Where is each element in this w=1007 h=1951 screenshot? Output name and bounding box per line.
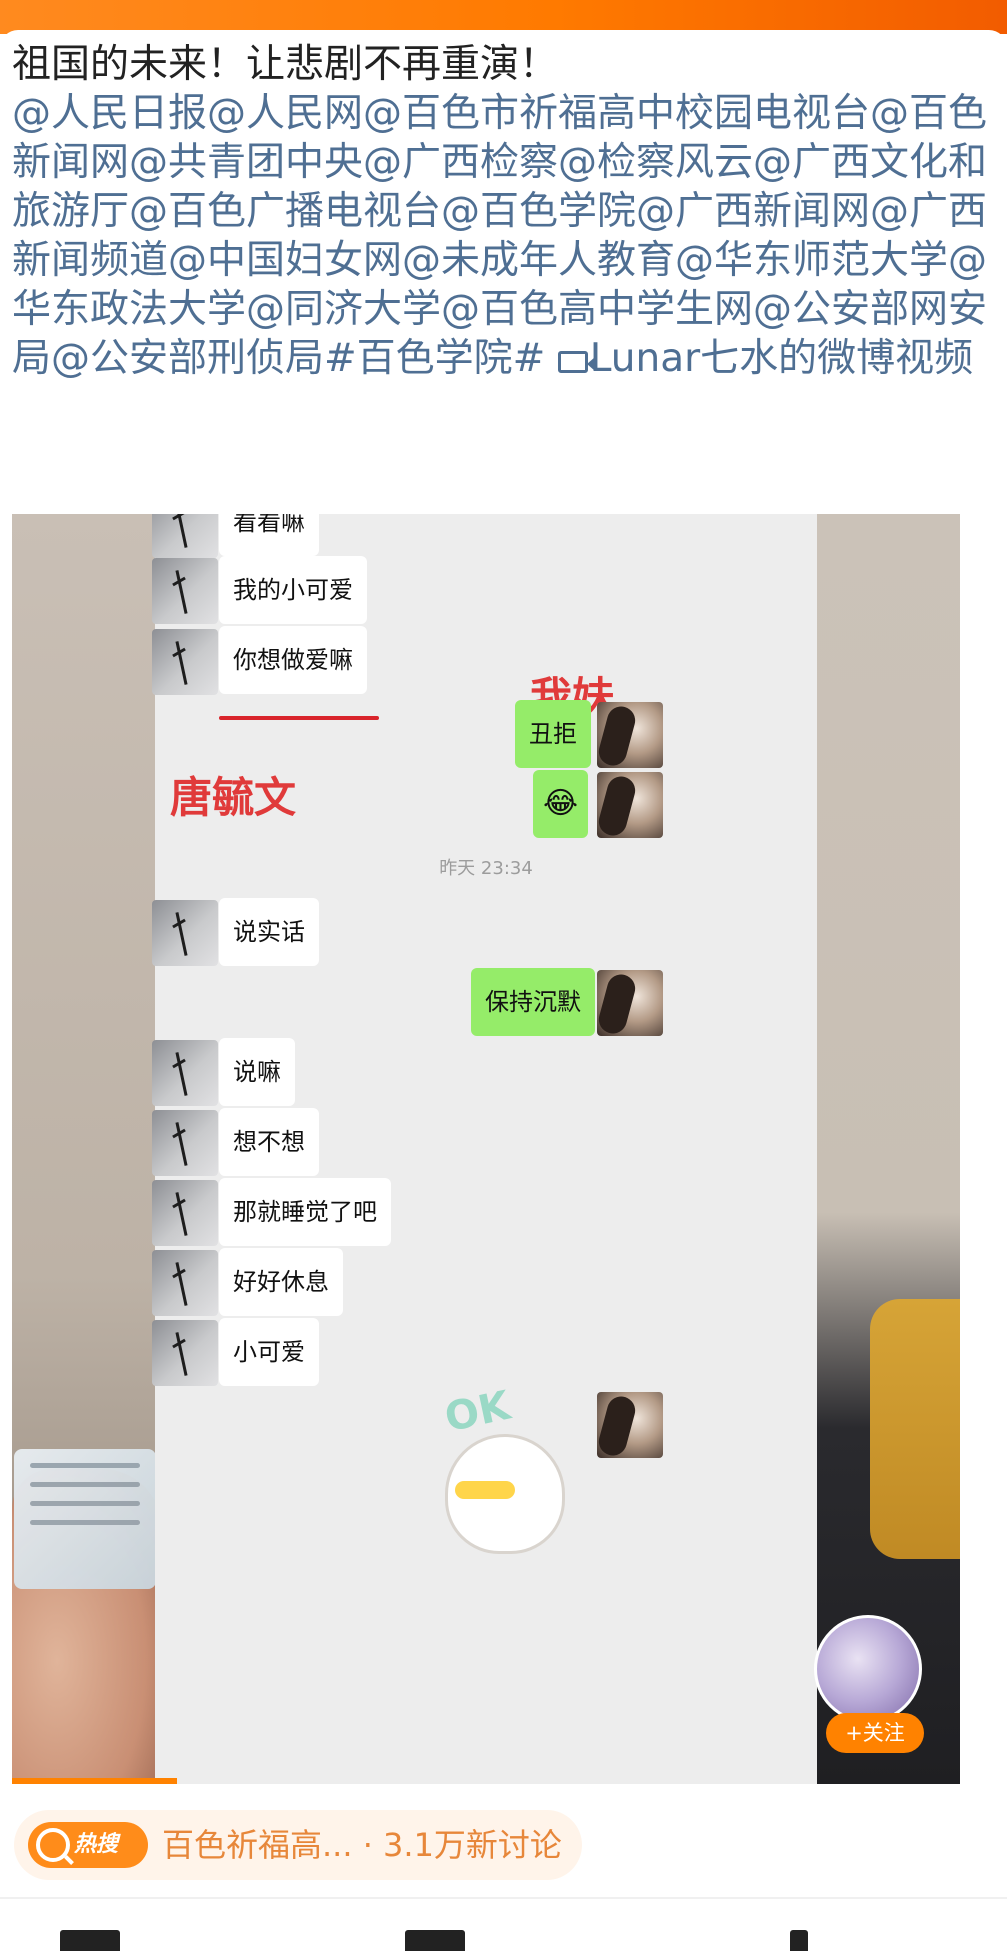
avatar (597, 702, 663, 768)
video-pillow (870, 1299, 960, 1559)
avatar (597, 772, 663, 838)
avatar (597, 970, 663, 1036)
label-name: 唐毓文 (170, 773, 297, 822)
follow-button[interactable]: +关注 (826, 1713, 924, 1753)
chat-bubble: 丑拒 (515, 700, 591, 768)
bottom-toolbar (0, 1930, 1007, 1951)
chat-bubble: 小可爱 (219, 1318, 319, 1386)
sticker-text: OK (440, 1382, 515, 1442)
avatar (597, 1392, 663, 1458)
divider (0, 1897, 1007, 1899)
search-icon (36, 1828, 70, 1862)
avatar (152, 1040, 218, 1106)
video-player[interactable]: 看看嘛 我的小可爱 你想做爱嘛 我妹 唐毓文 丑拒 😂 昨天 23:34 说实话… (12, 514, 960, 1784)
chat-timestamp: 昨天 23:34 (439, 858, 533, 879)
chat-bubble: 好好休息 (219, 1248, 343, 1316)
video-background-right (815, 514, 960, 1784)
avatar (152, 900, 218, 966)
post-title: 祖国的未来！让悲剧不再重演！ (12, 42, 559, 87)
avatar (152, 514, 218, 558)
avatar (152, 1250, 218, 1316)
author-avatar[interactable] (814, 1615, 922, 1723)
video-icon (557, 351, 595, 373)
chat-bubble: 那就睡觉了吧 (219, 1178, 391, 1246)
top-accent-bar (0, 0, 1007, 34)
hot-search-badge: 热搜 (28, 1822, 148, 1868)
video-link[interactable]: Lunar七水的微博视频 (557, 336, 973, 381)
hot-search-text[interactable]: 百色祈福高... · 3.1万新讨论 (162, 1810, 562, 1880)
toolbar-icon[interactable] (60, 1930, 120, 1951)
avatar (152, 1110, 218, 1176)
chat-bubble: 我的小可爱 (219, 556, 367, 624)
chat-bubble: 想不想 (219, 1108, 319, 1176)
toolbar-icon[interactable] (405, 1930, 465, 1951)
chat-bubble: 说实话 (219, 898, 319, 966)
avatar (152, 1320, 218, 1386)
chat-screenshot: 看看嘛 我的小可爱 你想做爱嘛 我妹 唐毓文 丑拒 😂 昨天 23:34 说实话… (152, 514, 817, 1784)
red-underline (219, 716, 379, 720)
video-progress-bar[interactable] (12, 1778, 177, 1784)
post-body: 祖国的未来！让悲剧不再重演！ @人民日报@人民网@百色市祈福高中校园电视台@百色… (12, 40, 997, 383)
avatar (152, 629, 218, 695)
hot-search-badge-label: 热搜 (74, 1832, 119, 1857)
sticker-beak (455, 1481, 515, 1499)
video-link-label[interactable]: Lunar七水的微博视频 (590, 336, 973, 381)
chat-bubble: 你想做爱嘛 (219, 626, 367, 694)
avatar (152, 558, 218, 624)
video-id-card (14, 1449, 156, 1589)
chat-bubble: 说嘛 (219, 1038, 295, 1106)
chat-bubble: 😂 (533, 770, 589, 838)
avatar (152, 1180, 218, 1246)
toolbar-icon[interactable] (790, 1930, 808, 1951)
hot-search-pill[interactable]: 热搜 百色祈福高... · 3.1万新讨论 (14, 1810, 582, 1880)
chat-bubble: 看看嘛 (219, 514, 319, 556)
chat-bubble: 保持沉默 (471, 968, 595, 1036)
ok-sticker: OK (435, 1383, 585, 1569)
